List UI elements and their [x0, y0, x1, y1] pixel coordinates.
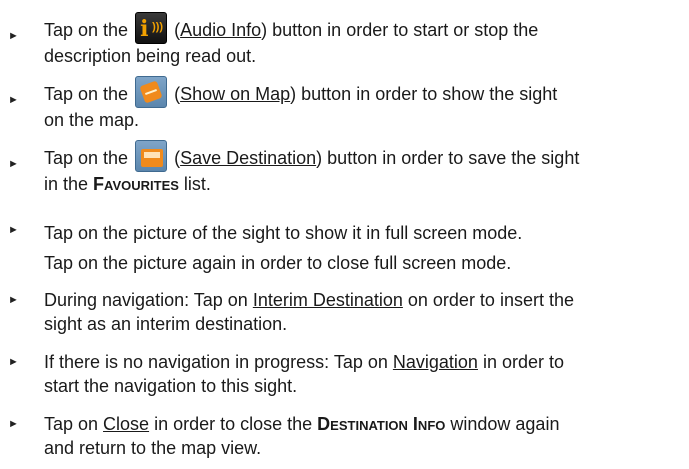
- bullet-icon: ►: [8, 418, 19, 430]
- show-on-map-icon[interactable]: [135, 76, 168, 108]
- list-item-text: During navigation: Tap on Interim Destin…: [44, 290, 574, 334]
- list-item-text: Tap on the i))) (Audio Info) button in o…: [44, 12, 674, 68]
- list-item-text: Tap on Close in order to close the Desti…: [44, 414, 560, 458]
- manual-page: { "bullet_glyph": "►", "items": [ { "pre…: [0, 0, 689, 469]
- bullet-icon: ►: [8, 158, 19, 170]
- audio-info-link: Audio Info: [180, 20, 262, 40]
- destination-info-label: Destination Info: [317, 414, 446, 434]
- interim-destination-link: Interim Destination: [252, 290, 403, 310]
- list-item-text: Tap on the (Show on Map) button in order…: [44, 76, 674, 132]
- bullet-icon: ►: [8, 356, 19, 368]
- navigation-link: Navigation: [392, 352, 478, 372]
- bullet-icon: ►: [8, 294, 19, 306]
- save-destination-link: Save Destination: [180, 148, 317, 168]
- list-item-text: Tap on the (Save Destination) button in …: [44, 140, 674, 196]
- show-on-map-link: Show on Map: [180, 84, 291, 104]
- bullet-icon: ►: [8, 94, 19, 106]
- list-item-text: If there is no navigation in progress: T…: [44, 352, 564, 396]
- audio-info-icon[interactable]: i))): [135, 12, 168, 44]
- favourites-label: Favourites: [93, 174, 179, 194]
- save-destination-icon[interactable]: [135, 140, 168, 172]
- bullet-icon: ►: [8, 30, 19, 42]
- bullet-icon: ►: [8, 224, 19, 236]
- close-link: Close: [103, 414, 150, 434]
- list-item-text: Tap on the picture of the sight to show …: [44, 223, 523, 273]
